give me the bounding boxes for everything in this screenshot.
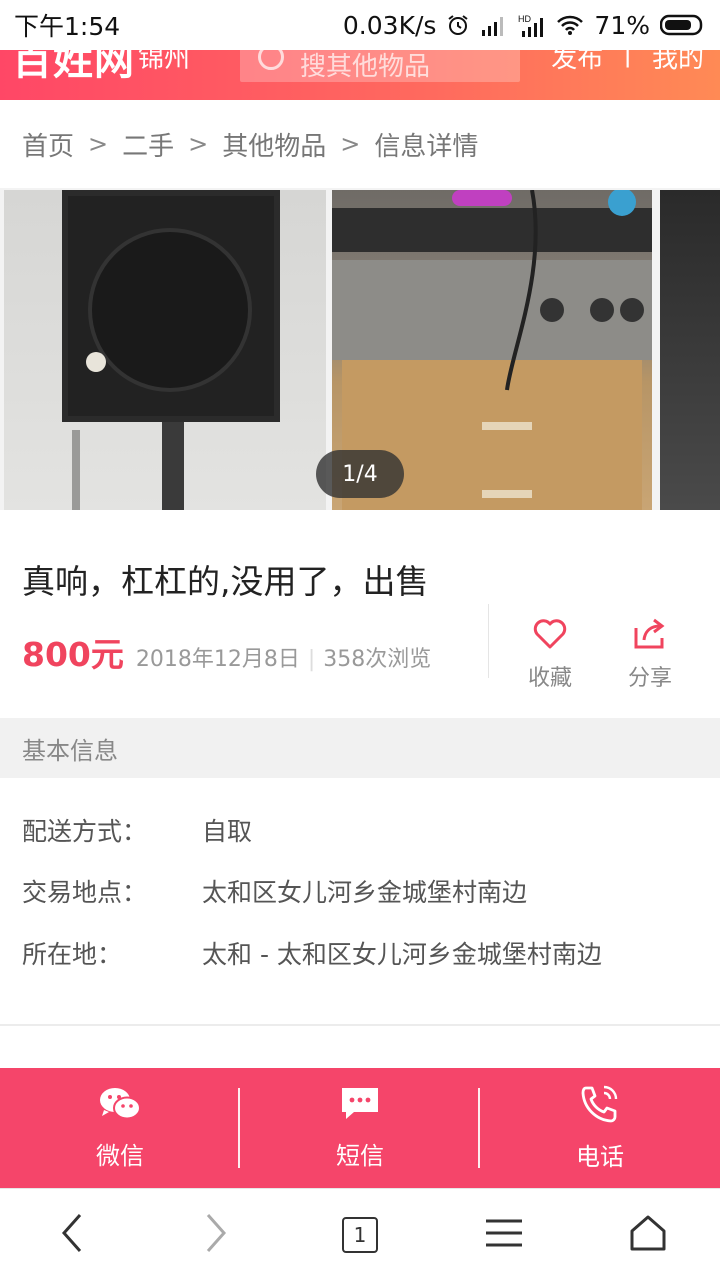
browser-nav: 1 [0, 1188, 720, 1280]
wifi-icon [556, 14, 584, 36]
share-icon [632, 618, 668, 654]
search-placeholder: 搜其他物品 [300, 52, 431, 82]
phone-icon [580, 1085, 620, 1129]
battery-icon [660, 13, 706, 37]
wechat-label: 微信 [96, 1141, 144, 1170]
listing-date: 2018年12月8日 [135, 647, 300, 672]
listing-title: 真响，杠杠的,没用了，出售 [22, 562, 429, 601]
photo-speaker[interactable] [4, 190, 326, 510]
section-basic-info: 基本信息 [0, 718, 720, 778]
svg-text:HD: HD [518, 14, 531, 24]
price-bar: 800元 2018年12月8日 | 358次浏览 [22, 628, 431, 676]
wechat-icon [98, 1086, 142, 1128]
hd-signal-icon: HD [518, 13, 546, 37]
alarm-icon [446, 13, 470, 37]
chevron-right-icon: > [88, 130, 109, 158]
search-icon [258, 50, 284, 70]
signal-icon [480, 14, 508, 36]
search-box[interactable]: 搜其他物品 [240, 50, 520, 82]
chevron-right-icon: > [188, 130, 209, 158]
info-value: 太和 - 太和区女儿河乡金城堡村南边 [202, 940, 602, 969]
favorite-label: 收藏 [527, 666, 572, 691]
chevron-right-icon: > [340, 130, 361, 158]
info-row-delivery: 配送方式： 自取 [22, 812, 252, 848]
status-time: 下午1:54 [14, 12, 121, 41]
post-link[interactable]: 发布 [551, 50, 603, 75]
forward-button[interactable] [186, 1205, 246, 1265]
network-speed: 0.03K/s [342, 10, 437, 40]
favorite-button[interactable]: 收藏 [505, 618, 595, 692]
info-row-trade-location: 交易地点： 太和区女儿河乡金城堡村南边 [22, 873, 527, 909]
info-value: 自取 [202, 817, 253, 846]
phone-button[interactable]: 电话 [480, 1068, 720, 1188]
header-divider: | [623, 50, 632, 68]
divider [0, 1024, 720, 1026]
share-button[interactable]: 分享 [605, 618, 695, 692]
back-button[interactable] [42, 1205, 102, 1265]
breadcrumb: 首页 > 二手 > 其他物品 > 信息详情 [0, 100, 720, 188]
breadcrumb-home[interactable]: 首页 [22, 126, 74, 163]
chevron-right-icon [204, 1213, 228, 1257]
info-row-location: 所在地： 太和 - 太和区女儿河乡金城堡村南边 [22, 935, 602, 971]
listing-price: 800元 [22, 635, 124, 674]
site-logo[interactable]: 百姓网 [12, 50, 135, 86]
photo-device[interactable] [660, 190, 720, 510]
photo-counter: 1/4 [316, 450, 404, 498]
sms-button[interactable]: 短信 [240, 1068, 480, 1188]
heart-icon [532, 618, 568, 654]
menu-button[interactable] [474, 1205, 534, 1265]
breadcrumb-other-items[interactable]: 其他物品 [222, 126, 326, 163]
action-divider [488, 604, 489, 678]
info-key: 配送方式： [22, 817, 148, 846]
status-bar: 下午1:54 0.03K/s HD 71% [0, 0, 720, 50]
contact-bar: 微信 短信 电话 [0, 1068, 720, 1188]
mine-link[interactable]: 我的 [652, 50, 704, 75]
phone-label: 电话 [576, 1142, 624, 1171]
listing-meta: 2018年12月8日 | 358次浏览 [136, 641, 431, 673]
site-header: 百姓网 锦州 搜其他物品 发布 | 我的 [0, 50, 720, 100]
city-selector[interactable]: 锦州 [138, 50, 190, 75]
info-key: 交易地点： [22, 878, 148, 907]
home-icon [629, 1214, 667, 1256]
meta-divider: | [307, 647, 316, 672]
home-button[interactable] [618, 1205, 678, 1265]
wechat-button[interactable]: 微信 [0, 1068, 240, 1188]
sms-label: 短信 [336, 1141, 384, 1170]
breadcrumb-detail: 信息详情 [374, 131, 479, 162]
photo-gallery[interactable]: 1/4 [0, 188, 720, 510]
share-label: 分享 [627, 666, 672, 691]
menu-icon [485, 1218, 523, 1252]
breadcrumb-secondhand[interactable]: 二手 [122, 126, 174, 163]
chevron-left-icon [60, 1213, 84, 1257]
tab-count: 1 [342, 1216, 378, 1253]
info-key: 所在地： [22, 940, 123, 969]
battery-percent: 71% [594, 10, 650, 40]
info-value: 太和区女儿河乡金城堡村南边 [202, 878, 528, 907]
listing-views: 358次浏览 [323, 647, 432, 672]
tabs-button[interactable]: 1 [330, 1205, 390, 1265]
message-icon [340, 1086, 380, 1128]
